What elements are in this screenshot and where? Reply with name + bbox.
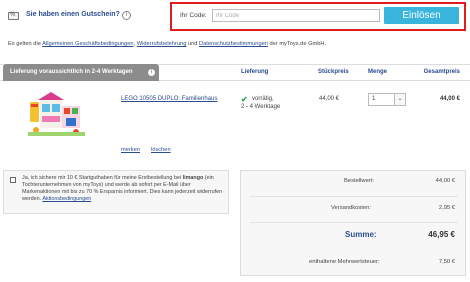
sum-label: Summe: xyxy=(345,230,377,239)
consent-brand: limango xyxy=(182,175,204,181)
summary-divider-2 xyxy=(250,222,458,223)
voucher-info-icon[interactable]: i xyxy=(122,11,131,20)
terms-link[interactable]: Allgemeinen Geschäftsbedingungen xyxy=(42,41,133,47)
code-label: Ihr Code: xyxy=(180,12,207,19)
in-stock-check-icon: ✔ xyxy=(241,95,248,104)
order-value-label: Bestellwert: xyxy=(344,178,374,184)
col-quantity: Menge xyxy=(368,69,388,75)
vat-value: 7,50 € xyxy=(438,259,455,265)
delivery-info-icon[interactable]: i xyxy=(147,68,156,77)
voucher-question: Sie haben einen Gutschein? xyxy=(26,11,120,18)
terms-suffix: der myToys.de GmbH. xyxy=(267,41,327,47)
promotion-terms-link[interactable]: Aktionsbedingungen xyxy=(42,196,91,202)
delete-link[interactable]: löschen xyxy=(151,147,171,153)
quantity-value[interactable]: 1 xyxy=(372,96,375,102)
terms-sep2: und xyxy=(186,41,200,47)
sum-value: 46,95 € xyxy=(428,230,455,239)
col-delivery: Lieferung xyxy=(241,69,269,75)
voucher-code-input[interactable] xyxy=(212,9,380,22)
summary-divider-1 xyxy=(250,196,458,197)
product-name-link[interactable]: LEGO 10505 DUPLO: Familienhaus xyxy=(121,96,217,102)
col-total: Gesamtpreis xyxy=(423,69,460,75)
voucher-icon xyxy=(8,12,19,20)
terms-notice: Es gelten die Allgemeinen Geschäftsbedin… xyxy=(8,41,326,47)
vat-label: enthaltene Mehrwertsteuer: xyxy=(309,259,380,265)
chevron-down-icon[interactable]: ⌄ xyxy=(394,94,405,105)
product-image[interactable] xyxy=(28,92,85,136)
line-total: 44,00 € xyxy=(439,96,460,102)
redeem-button[interactable]: Einlösen xyxy=(384,7,459,24)
stock-status: vorrätig, xyxy=(252,96,274,102)
shipping-value: 2,95 € xyxy=(438,205,455,211)
terms-prefix: Es gelten die xyxy=(8,41,43,47)
shipping-label: Versandkosten: xyxy=(331,205,371,211)
consent-text: Ja, ich sichere mir 10 € Startguthaben f… xyxy=(22,175,227,203)
delivery-time: 2 - 4 Werktage xyxy=(241,104,281,110)
remember-link[interactable]: merken xyxy=(121,147,140,153)
consent-checkbox[interactable] xyxy=(10,177,16,183)
privacy-link[interactable]: Datenschutzbestimmungen xyxy=(199,41,268,47)
withdrawal-link[interactable]: Widerrufsbelehrung xyxy=(137,41,187,47)
consent-text-part1: Ja, ich sichere mir 10 € Startguthaben f… xyxy=(22,175,183,181)
order-value: 44,00 € xyxy=(435,178,455,184)
delivery-group-label: Lieferung voraussichtlich in 2-4 Werktag… xyxy=(10,69,133,75)
unit-price: 44,00 € xyxy=(319,96,340,102)
col-unit-price: Stückpreis xyxy=(318,69,349,75)
